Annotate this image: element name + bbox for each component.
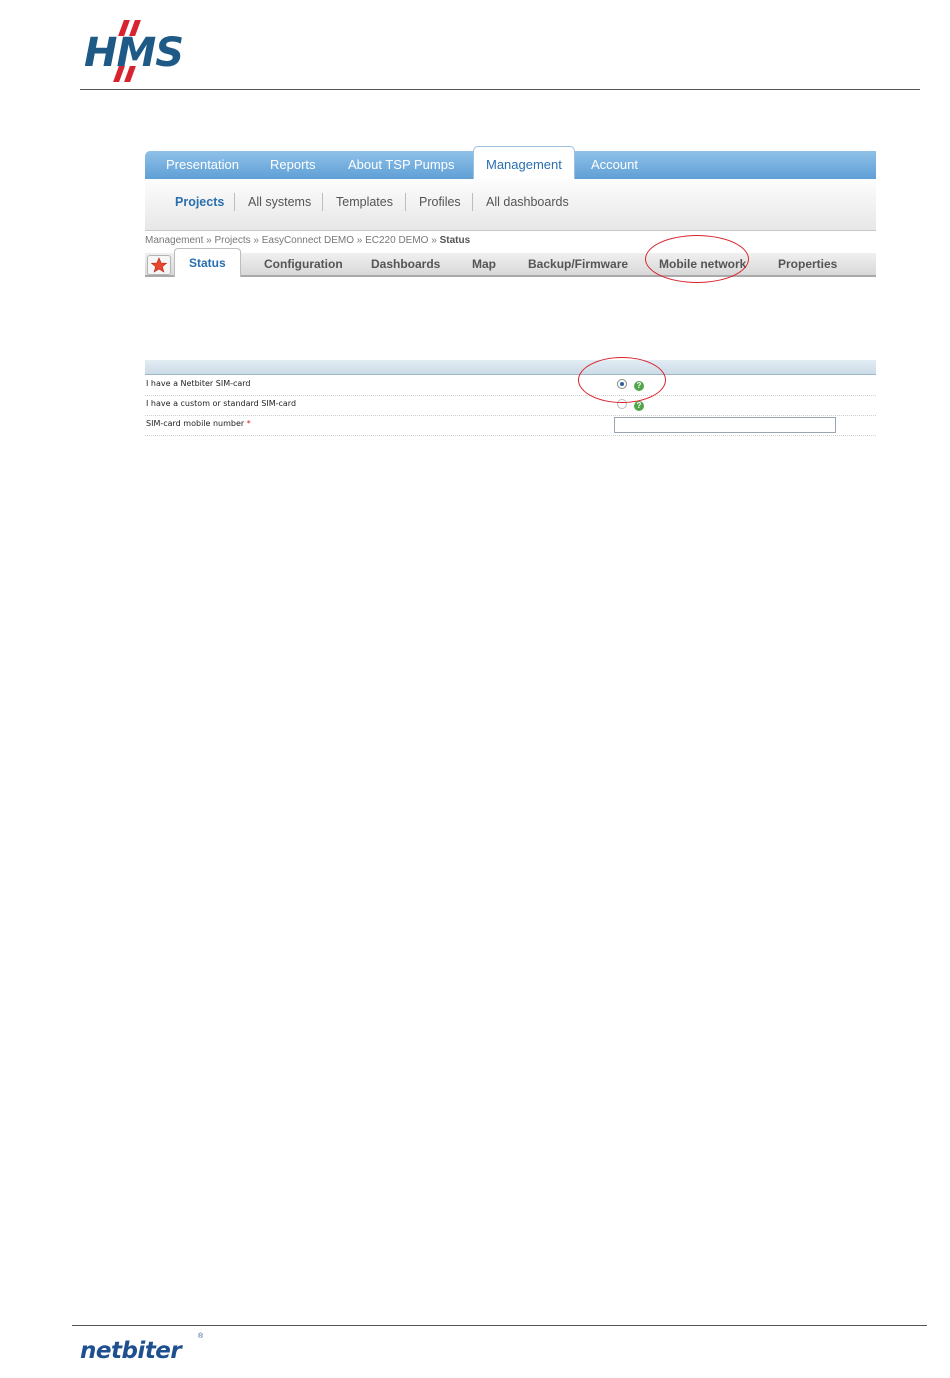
divider [405,193,406,211]
netbiter-logo: netbiter [80,1338,182,1364]
sub-nav-all-dashboards[interactable]: All dashboards [486,195,569,209]
breadcrumb-path[interactable]: Management » Projects » EasyConnect DEMO… [145,235,440,246]
sim-option-netbiter-label: I have a Netbiter SIM-card [146,379,251,388]
star-icon [150,257,168,273]
sub-nav-all-systems[interactable]: All systems [248,195,311,209]
hms-logo: HMS [78,16,193,86]
main-nav-management[interactable]: Management [473,146,575,183]
tab-map[interactable]: Map [472,257,496,271]
required-mark: * [246,419,251,428]
tab-bar: Status Configuration Dashboards Map Back… [145,248,876,277]
header-rule [80,89,920,90]
app-screenshot: Presentation Reports About TSP Pumps Man… [145,145,876,445]
sim-option-callout [578,357,666,403]
main-nav-account[interactable]: Account [591,151,638,179]
main-nav-about[interactable]: About TSP Pumps [348,151,454,179]
sim-mobile-number-input[interactable] [614,417,836,433]
mobile-network-callout [645,235,749,283]
tab-configuration[interactable]: Configuration [264,257,343,271]
main-nav-reports[interactable]: Reports [270,151,316,179]
form-header-bar [145,360,876,375]
tab-status[interactable]: Status [174,248,241,277]
sub-nav: Projects All systems Templates Profiles … [145,179,876,231]
divider [234,193,235,211]
main-nav-presentation[interactable]: Presentation [166,151,239,179]
favorite-button[interactable] [147,255,171,275]
sim-option-custom-label: I have a custom or standard SIM-card [146,399,297,408]
sim-mobile-number-label: SIM-card mobile number * [146,419,251,428]
footer-rule [72,1325,927,1326]
sim-option-netbiter-row: I have a Netbiter SIM-card ? [145,375,876,396]
divider [472,193,473,211]
tab-backup-firmware[interactable]: Backup/Firmware [528,257,628,271]
sub-nav-projects[interactable]: Projects [175,195,224,209]
breadcrumb-current: Status [439,235,471,246]
sim-mobile-number-row: SIM-card mobile number * [145,415,876,436]
main-nav: Presentation Reports About TSP Pumps Man… [145,146,876,183]
sub-nav-profiles[interactable]: Profiles [419,195,461,209]
sub-nav-templates[interactable]: Templates [336,195,393,209]
tab-dashboards[interactable]: Dashboards [371,257,440,271]
breadcrumb: Management » Projects » EasyConnect DEMO… [145,235,470,246]
registered-mark: ® [198,1333,204,1340]
divider [322,193,323,211]
sim-option-custom-row: I have a custom or standard SIM-card ? [145,395,876,416]
tab-properties[interactable]: Properties [778,257,837,271]
help-icon[interactable]: ? [634,401,644,411]
